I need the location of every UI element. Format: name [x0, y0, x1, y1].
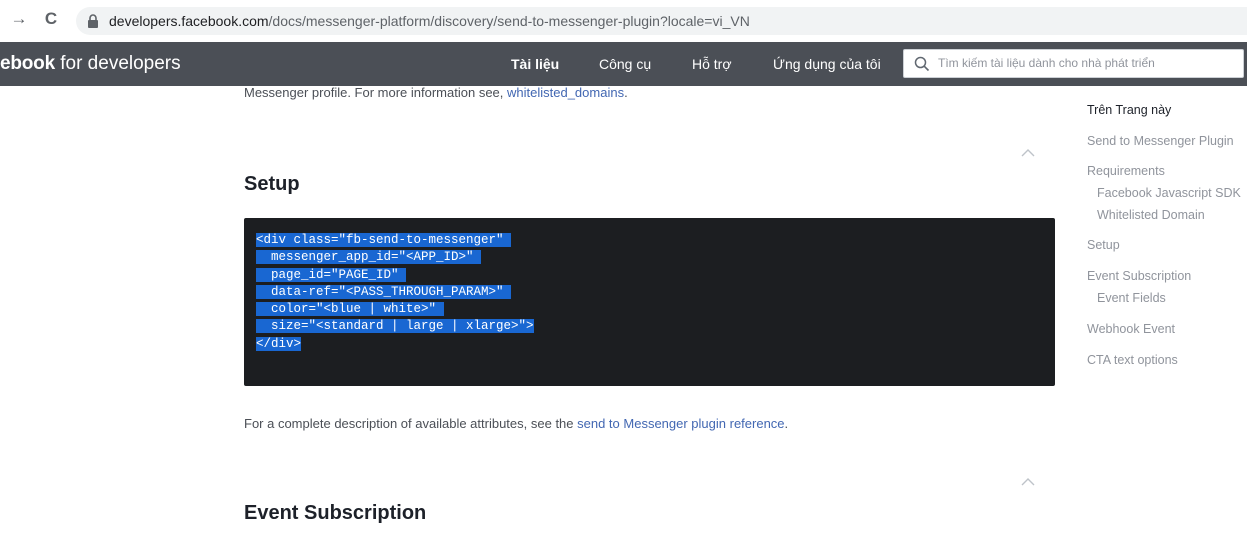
- address-bar[interactable]: developers.facebook.com/docs/messenger-p…: [76, 7, 1247, 35]
- event-subscription-heading: Event Subscription: [244, 502, 427, 524]
- attributes-text: For a complete description of available …: [244, 416, 578, 431]
- browser-toolbar: → C developers.facebook.com/docs/messeng…: [0, 0, 1247, 42]
- arrow-right-icon: →: [10, 9, 28, 28]
- intro-paragraph: Messenger profile. For more information …: [244, 85, 628, 100]
- nav-support[interactable]: Hỗ trợ: [692, 56, 732, 72]
- site-logo[interactable]: ebook for developers: [0, 53, 181, 75]
- code-content: <div class="fb-send-to-messenger" messen…: [256, 232, 534, 353]
- code-line: page_id="PAGE_ID": [256, 267, 407, 282]
- code-line: </div>: [256, 336, 302, 351]
- intro-text: Messenger profile. For more information …: [244, 85, 507, 100]
- attributes-paragraph: For a complete description of available …: [244, 416, 788, 431]
- toc-item-send-to-messenger-plugin[interactable]: Send to Messenger Plugin: [1087, 134, 1234, 148]
- forward-button[interactable]: →: [8, 8, 30, 30]
- search-input[interactable]: [938, 53, 1238, 73]
- intro-end: .: [624, 85, 628, 100]
- nav-docs[interactable]: Tài liệu: [511, 56, 559, 72]
- code-line: size="<standard | large | xlarge>">: [256, 319, 534, 334]
- reload-button[interactable]: C: [40, 8, 62, 30]
- toc-item-cta-text-options[interactable]: CTA text options: [1087, 353, 1178, 367]
- reload-icon: C: [44, 9, 58, 28]
- chevron-up-icon[interactable]: [1021, 149, 1035, 157]
- toc-item-setup[interactable]: Setup: [1087, 238, 1120, 252]
- url-host: developers.facebook.com: [109, 13, 269, 29]
- setup-heading: Setup: [244, 173, 300, 195]
- toc-item-event-fields[interactable]: Event Fields: [1097, 291, 1166, 305]
- brand-bold-text: ebook: [0, 53, 55, 74]
- chevron-up-icon[interactable]: [1021, 478, 1035, 486]
- search-box[interactable]: [903, 49, 1244, 78]
- plugin-reference-link[interactable]: send to Messenger plugin reference: [577, 416, 784, 431]
- code-line: color="<blue | white>": [256, 302, 444, 317]
- site-header: ebook for developers Tài liệu Công cụ Hỗ…: [0, 42, 1247, 86]
- toc-title: Trên Trang này: [1087, 103, 1172, 117]
- code-line: data-ref="<PASS_THROUGH_PARAM>": [256, 284, 512, 299]
- url-path: /docs/messenger-platform/discovery/send-…: [268, 13, 750, 29]
- nav-tools[interactable]: Công cụ: [599, 56, 651, 72]
- lock-icon: [88, 14, 98, 28]
- toc-item-whitelisted-domain[interactable]: Whitelisted Domain: [1097, 208, 1205, 222]
- code-block[interactable]: <div class="fb-send-to-messenger" messen…: [244, 218, 1055, 386]
- attributes-end: .: [784, 416, 789, 431]
- toc-item-facebook-javascript-sdk[interactable]: Facebook Javascript SDK: [1097, 186, 1241, 200]
- url-text: developers.facebook.com/docs/messenger-p…: [109, 13, 750, 29]
- toc-item-webhook-event[interactable]: Webhook Event: [1087, 322, 1175, 336]
- code-line: <div class="fb-send-to-messenger": [256, 233, 512, 247]
- whitelisted-domains-link[interactable]: whitelisted_domains: [507, 85, 624, 100]
- toc-item-event-subscription[interactable]: Event Subscription: [1087, 269, 1191, 283]
- code-line: messenger_app_id="<APP_ID>": [256, 250, 482, 265]
- search-icon: [914, 56, 930, 72]
- brand-rest-text: for developers: [54, 53, 181, 74]
- nav-my-apps[interactable]: Ứng dụng của tôi: [773, 56, 881, 72]
- toc-item-requirements[interactable]: Requirements: [1087, 164, 1165, 178]
